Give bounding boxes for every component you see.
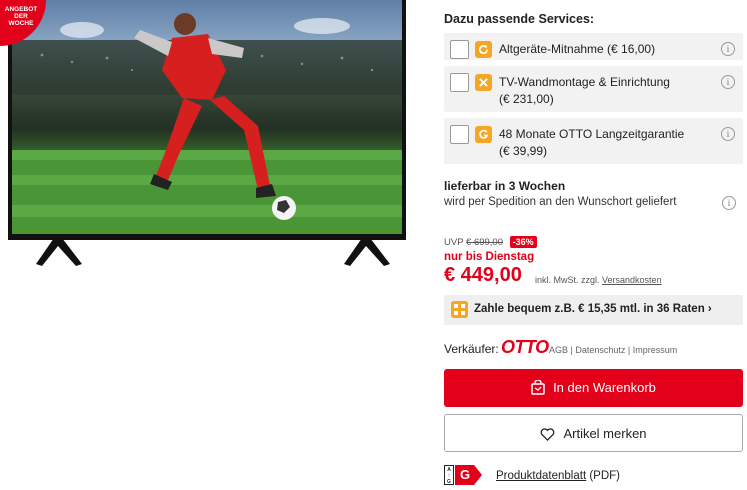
installment-icon xyxy=(451,301,468,318)
product-datasheet-link[interactable]: Produktdatenblatt xyxy=(496,470,586,482)
uvp-label: UVP xyxy=(444,237,464,248)
tv-screen xyxy=(8,0,406,238)
service-option-wall-mount[interactable]: TV-Wandmontage & Einrichtung (€ 231,00) … xyxy=(444,66,743,112)
uvp-price: UVP € 699,00 -36% xyxy=(444,236,537,248)
service-label-line: 48 Monate OTTO Langzeitgarantie xyxy=(499,127,685,141)
football-player-illustration xyxy=(12,13,402,234)
service-label-line: TV-Wandmontage & Einrichtung xyxy=(499,75,670,89)
service-checkbox[interactable] xyxy=(450,125,469,144)
tax-note: inkl. MwSt. zzgl. xyxy=(535,275,600,285)
energy-class-letter: G xyxy=(460,467,471,482)
offer-deadline: nur bis Dienstag xyxy=(444,251,535,263)
services-title: Dazu passende Services: xyxy=(444,12,595,26)
info-icon[interactable]: i xyxy=(721,75,735,89)
badge-line: DER xyxy=(14,13,28,20)
delivery-method: wird per Spedition an den Wunschort geli… xyxy=(444,196,677,208)
service-label: Altgeräte-Mitnahme (€ 16,00) xyxy=(499,42,656,56)
guarantee-icon xyxy=(475,126,492,143)
seller-legal-links[interactable]: AGB | Datenschutz | Impressum xyxy=(549,345,677,355)
energy-scale-bottom: G xyxy=(447,479,451,485)
energy-efficiency-label[interactable]: A ↑ G G xyxy=(444,465,488,485)
service-checkbox[interactable] xyxy=(450,40,469,59)
service-price: (€ 231,00) xyxy=(499,92,554,106)
energy-class-badge: G xyxy=(455,465,482,485)
info-icon[interactable]: i xyxy=(721,42,735,56)
shopping-bag-icon xyxy=(531,379,545,395)
heart-icon xyxy=(541,428,555,441)
service-label: TV-Wandmontage & Einrichtung (€ 231,00) xyxy=(499,74,670,108)
refresh-icon xyxy=(475,41,492,58)
product-datasheet: Produktdatenblatt (PDF) xyxy=(496,470,620,482)
product-image[interactable]: ANGEBOT DER WOCHE xyxy=(0,0,420,270)
shipping-costs-link[interactable]: Versandkosten xyxy=(602,275,662,285)
otto-logo: OTTO xyxy=(501,337,549,357)
tools-icon xyxy=(475,74,492,91)
seller-label: Verkäufer: xyxy=(444,342,499,356)
installment-text: Zahle bequem z.B. € 15,35 mtl. in 36 Rat… xyxy=(474,303,712,315)
datasheet-format: (PDF) xyxy=(586,470,621,482)
add-to-cart-button[interactable]: In den Warenkorb xyxy=(444,369,743,407)
price-note: inkl. MwSt. zzgl. Versandkosten xyxy=(535,275,662,285)
service-option-guarantee[interactable]: 48 Monate OTTO Langzeitgarantie (€ 39,99… xyxy=(444,118,743,164)
service-price: (€ 39,99) xyxy=(499,144,548,158)
delivery-status: lieferbar in 3 Wochen xyxy=(444,179,566,193)
service-checkbox[interactable] xyxy=(450,73,469,92)
current-price: € 449,00 xyxy=(444,264,522,286)
energy-scale-icon: A ↑ G xyxy=(444,465,454,485)
info-icon[interactable]: i xyxy=(721,127,735,141)
service-label: 48 Monate OTTO Langzeitgarantie (€ 39,99… xyxy=(499,126,684,160)
info-icon[interactable]: i xyxy=(722,196,736,210)
add-to-wishlist-button[interactable]: Artikel merken xyxy=(444,414,743,452)
discount-badge: -36% xyxy=(509,236,537,248)
service-option-old-device-pickup[interactable]: Altgeräte-Mitnahme (€ 16,00) i xyxy=(444,33,743,60)
installment-offer[interactable]: Zahle bequem z.B. € 15,35 mtl. in 36 Rat… xyxy=(444,295,743,325)
tv-stand-right xyxy=(344,238,390,266)
tv-stand-left xyxy=(36,238,82,266)
badge-line: ANGEBOT xyxy=(4,6,38,13)
uvp-old-price: € 699,00 xyxy=(466,237,503,248)
add-to-cart-label: In den Warenkorb xyxy=(553,380,656,395)
add-to-wishlist-label: Artikel merken xyxy=(563,426,647,441)
badge-line: WOCHE xyxy=(8,20,34,27)
